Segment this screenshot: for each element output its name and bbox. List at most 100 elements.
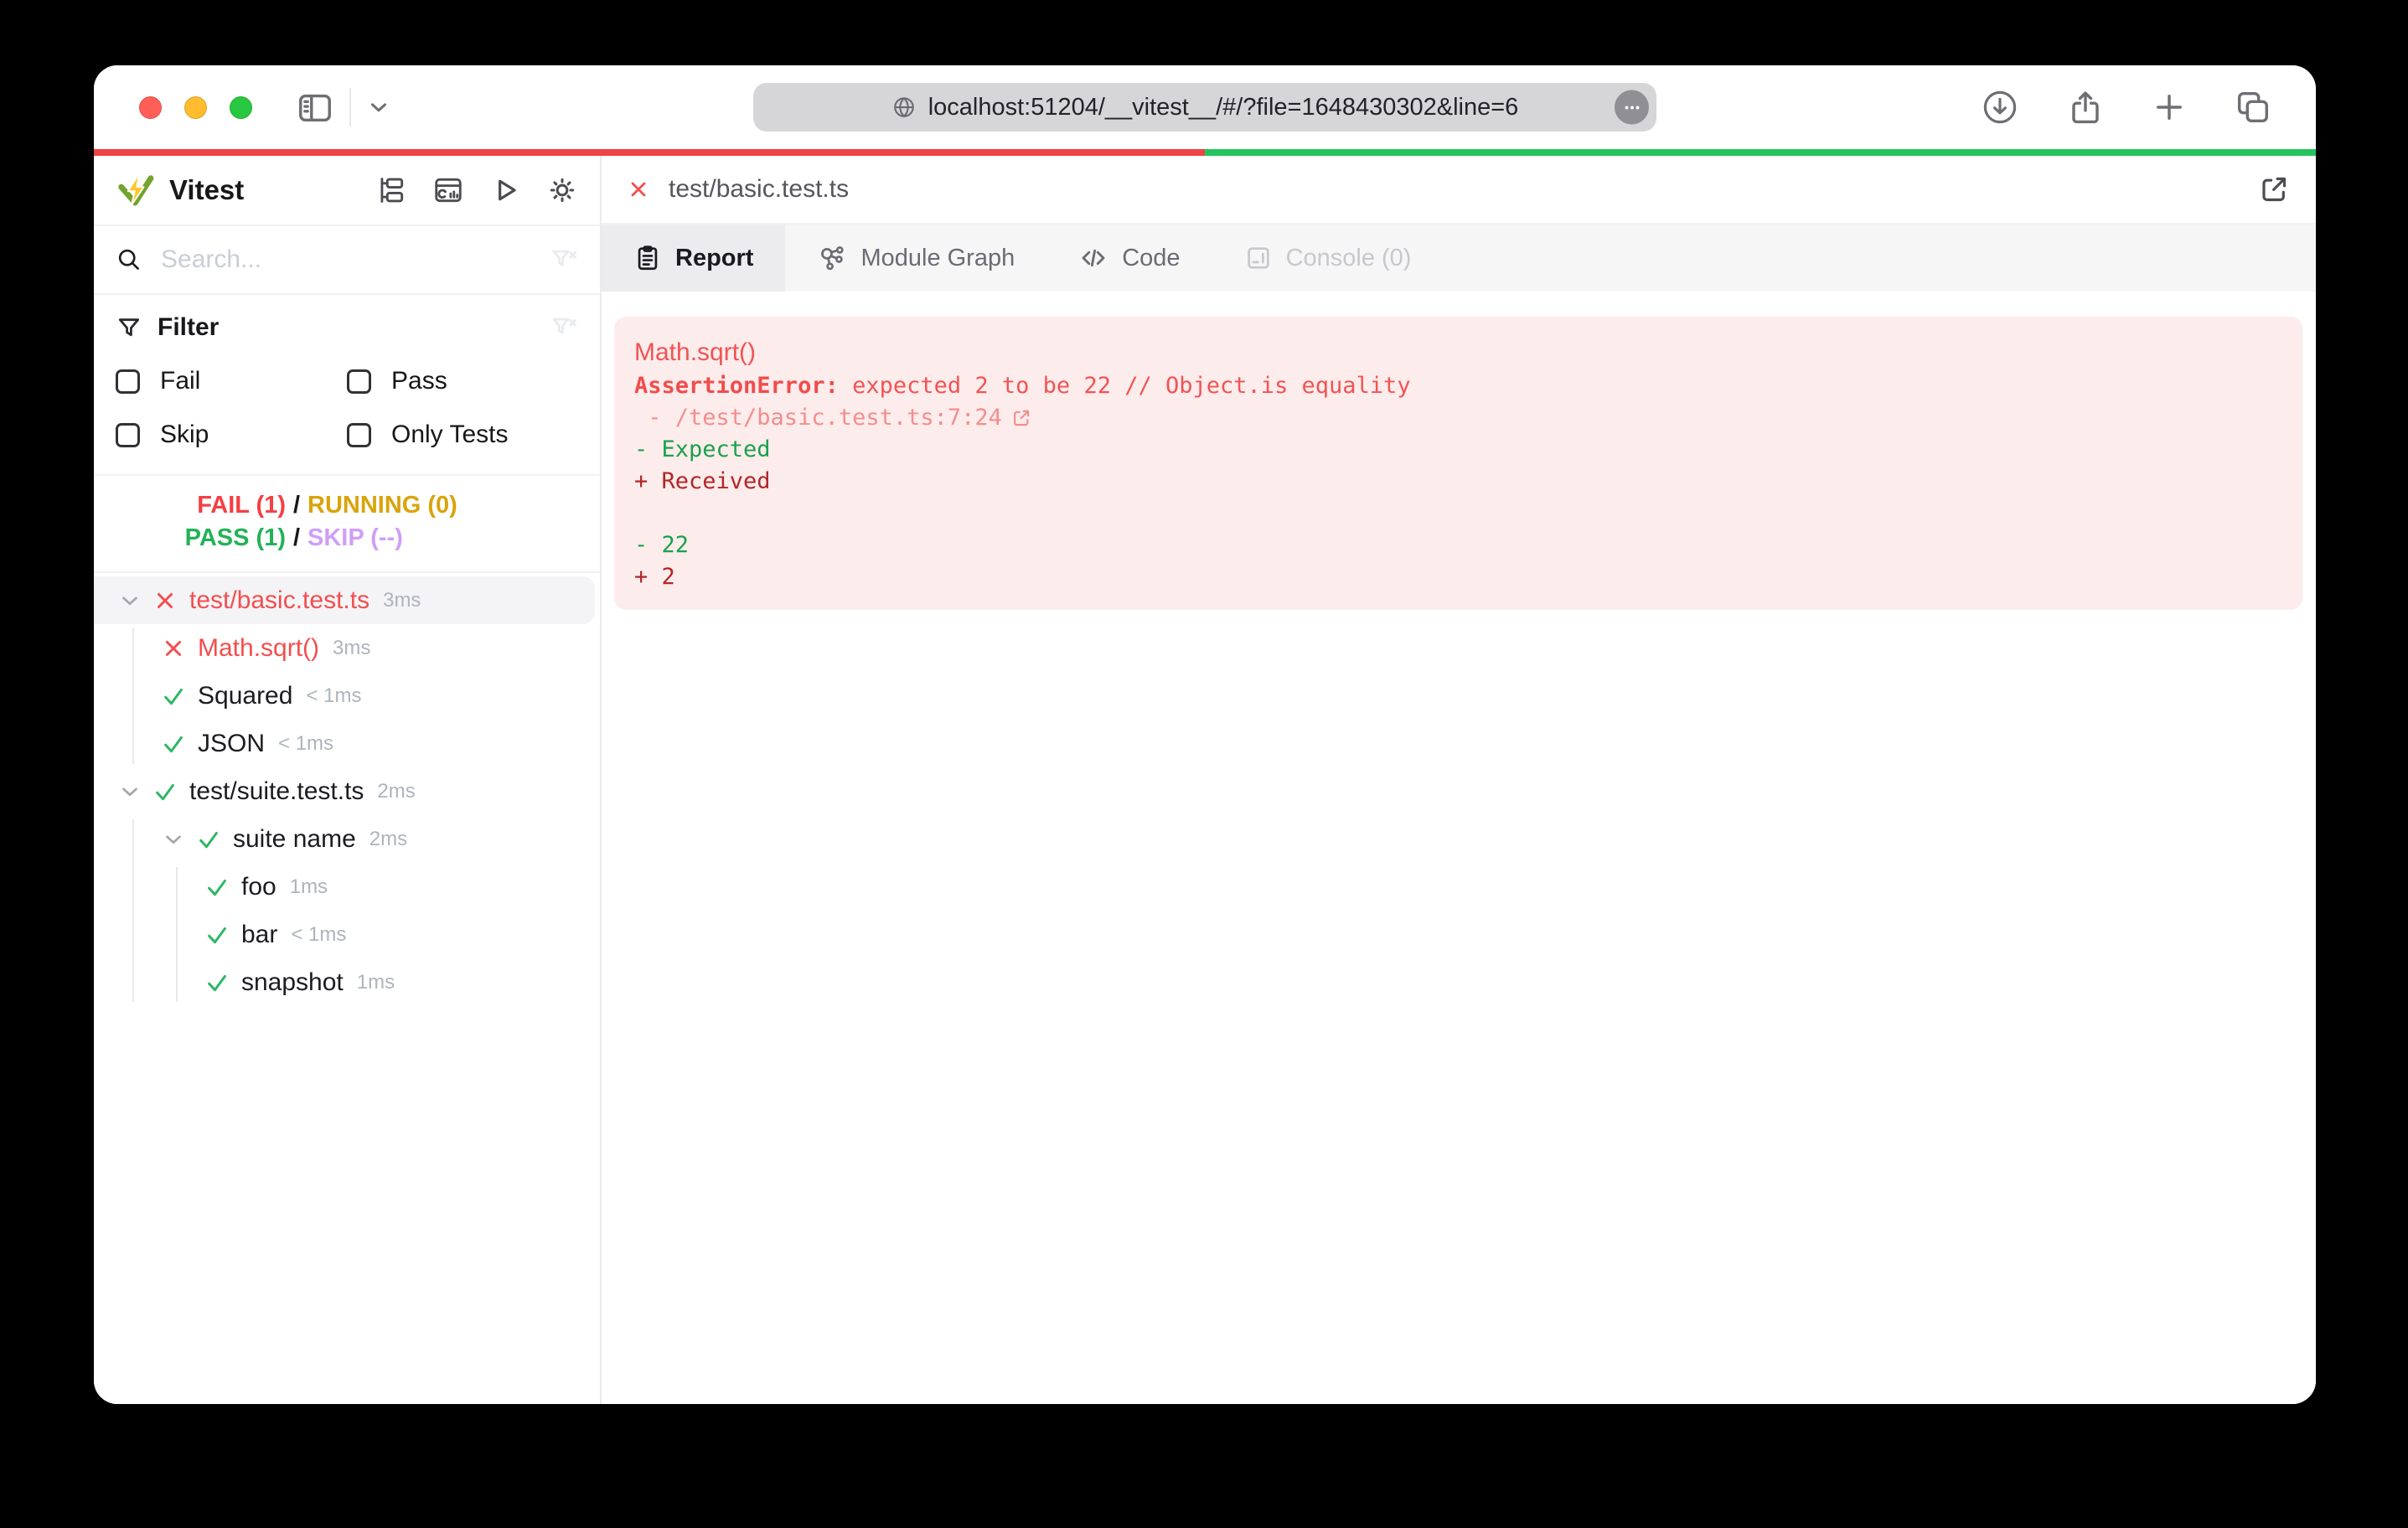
test-duration: 3ms — [333, 636, 371, 659]
test-name: Math.sqrt() — [198, 633, 320, 662]
download-icon[interactable] — [1980, 87, 2020, 127]
screen: localhost:51204/__vitest__/#/?file=16484… — [0, 0, 2408, 1528]
new-tab-icon[interactable] — [2151, 87, 2188, 127]
test-tree-item[interactable]: JSON < 1ms — [94, 720, 600, 767]
filter-title: Filter — [158, 313, 220, 341]
filter-icon — [116, 314, 142, 341]
toolbar-divider — [349, 88, 351, 126]
chevron-down-icon[interactable] — [117, 779, 142, 804]
chevron-down-icon[interactable] — [161, 827, 186, 852]
tab-code[interactable]: Code — [1046, 225, 1212, 292]
check-icon — [161, 731, 186, 756]
sidebar: Vitest Search... Filter Fail Pass Skip O… — [94, 156, 602, 1404]
test-name: suite name — [233, 824, 356, 853]
error-location-link[interactable]: - /test/basic.test.ts:7:24 — [634, 402, 2282, 434]
vitest-logo — [116, 170, 156, 210]
failed-test-title: Math.sqrt() — [634, 338, 757, 366]
test-tree-item[interactable]: test/basic.test.ts 3ms — [94, 576, 595, 624]
checkbox-icon[interactable] — [116, 369, 140, 394]
search-row — [94, 225, 600, 295]
test-duration: 3ms — [383, 588, 421, 612]
error-name: AssertionError: — [634, 373, 839, 399]
share-icon[interactable] — [2066, 87, 2105, 127]
filter-checkbox-fail[interactable]: Fail — [116, 367, 347, 395]
search-input[interactable] — [159, 245, 533, 275]
test-tree-item[interactable]: bar < 1ms — [94, 911, 600, 958]
test-duration: 2ms — [369, 827, 408, 850]
external-link-icon[interactable] — [2257, 173, 2291, 206]
browser-toolbar: localhost:51204/__vitest__/#/?file=16484… — [94, 65, 2316, 149]
chevron-down-icon[interactable] — [366, 95, 391, 120]
url-text: localhost:51204/__vitest__/#/?file=16484… — [928, 93, 1519, 121]
error-message: expected 2 to be 22 // Object.is equalit… — [838, 373, 1411, 399]
running-count: RUNNING (0) — [307, 492, 457, 519]
diff-line-expected: - Expected — [634, 436, 771, 462]
checkbox-label: Only Tests — [391, 421, 509, 448]
theme-toggle-icon[interactable] — [546, 174, 578, 206]
clear-filter-icon[interactable] — [550, 313, 578, 342]
browser-window: localhost:51204/__vitest__/#/?file=16484… — [94, 65, 2316, 1404]
test-tree-item[interactable]: test/suite.test.ts 2ms — [94, 767, 600, 815]
search-icon — [116, 246, 142, 273]
pass-count: PASS (1) — [184, 524, 286, 551]
close-button[interactable] — [139, 96, 162, 119]
file-tab-header: test/basic.test.ts — [602, 156, 2316, 225]
minimize-button[interactable] — [184, 96, 207, 119]
filter-options: Fail Pass Skip Only Tests — [116, 367, 578, 449]
clear-filter-icon[interactable] — [550, 245, 578, 274]
diff-block: - Expected + Received - 22 + 2 — [634, 434, 2282, 593]
diff-line-expected: - 22 — [634, 532, 690, 558]
ellipsis-icon — [1625, 106, 1639, 109]
checkbox-icon[interactable] — [347, 369, 371, 394]
checkbox-label: Pass — [391, 367, 447, 395]
tree-view-icon[interactable] — [375, 174, 407, 206]
test-tree-item[interactable]: Math.sqrt() 3ms — [94, 624, 600, 672]
main-panel: test/basic.test.ts Report Module Graph Cod… — [602, 156, 2316, 1404]
tab-overview-icon[interactable] — [2234, 87, 2272, 127]
filter-checkbox-only-tests[interactable]: Only Tests — [347, 421, 578, 449]
test-duration: 1ms — [289, 875, 328, 898]
test-tree-item[interactable]: snapshot 1ms — [94, 958, 600, 1006]
external-link-icon — [1010, 407, 1032, 429]
checkbox-icon[interactable] — [116, 422, 140, 447]
error-report-card: Math.sqrt() AssertionError: expected 2 t… — [614, 317, 2302, 610]
address-bar[interactable]: localhost:51204/__vitest__/#/?file=16484… — [753, 83, 1656, 132]
test-name: test/basic.test.ts — [189, 586, 370, 614]
sidebar-actions — [375, 174, 578, 206]
check-icon — [204, 875, 230, 900]
console-icon — [1244, 244, 1273, 272]
checkbox-icon[interactable] — [347, 422, 371, 447]
dashboard-icon[interactable] — [432, 174, 464, 206]
test-name: test/suite.test.ts — [189, 777, 364, 805]
tab-label: Console (0) — [1285, 244, 1412, 271]
traffic-lights — [139, 96, 252, 119]
sidebar-toggle-icon[interactable] — [296, 88, 334, 126]
globe-icon — [891, 95, 917, 120]
filter-checkbox-skip[interactable]: Skip — [116, 421, 347, 449]
test-duration: < 1ms — [291, 922, 347, 946]
checkbox-label: Fail — [160, 367, 201, 395]
test-tree-item[interactable]: Squared < 1ms — [94, 672, 600, 720]
x-icon — [627, 178, 650, 201]
diff-line-received: + Received — [634, 468, 771, 494]
test-tree-item[interactable]: foo 1ms — [94, 863, 600, 911]
page-settings-button[interactable] — [1615, 90, 1649, 125]
fail-count: FAIL (1) — [197, 492, 286, 519]
module-graph-icon — [817, 243, 847, 273]
check-icon — [152, 779, 178, 804]
chevron-down-icon[interactable] — [117, 588, 142, 613]
assertion-error-line: AssertionError: expected 2 to be 22 // O… — [634, 370, 2282, 402]
open-file-name: test/basic.test.ts — [669, 175, 850, 203]
check-icon — [161, 684, 186, 709]
filter-checkbox-pass[interactable]: Pass — [347, 367, 578, 395]
tab-report[interactable]: Report — [602, 225, 786, 292]
check-icon — [204, 970, 230, 995]
zoom-button[interactable] — [230, 96, 252, 119]
code-icon — [1078, 243, 1108, 273]
run-all-icon[interactable] — [489, 174, 521, 206]
tab-module-graph[interactable]: Module Graph — [785, 225, 1046, 292]
tab-console-0[interactable]: Console (0) — [1212, 225, 1444, 292]
test-tree-item[interactable]: suite name 2ms — [94, 815, 600, 863]
report-icon — [633, 244, 662, 272]
check-icon — [196, 827, 221, 852]
